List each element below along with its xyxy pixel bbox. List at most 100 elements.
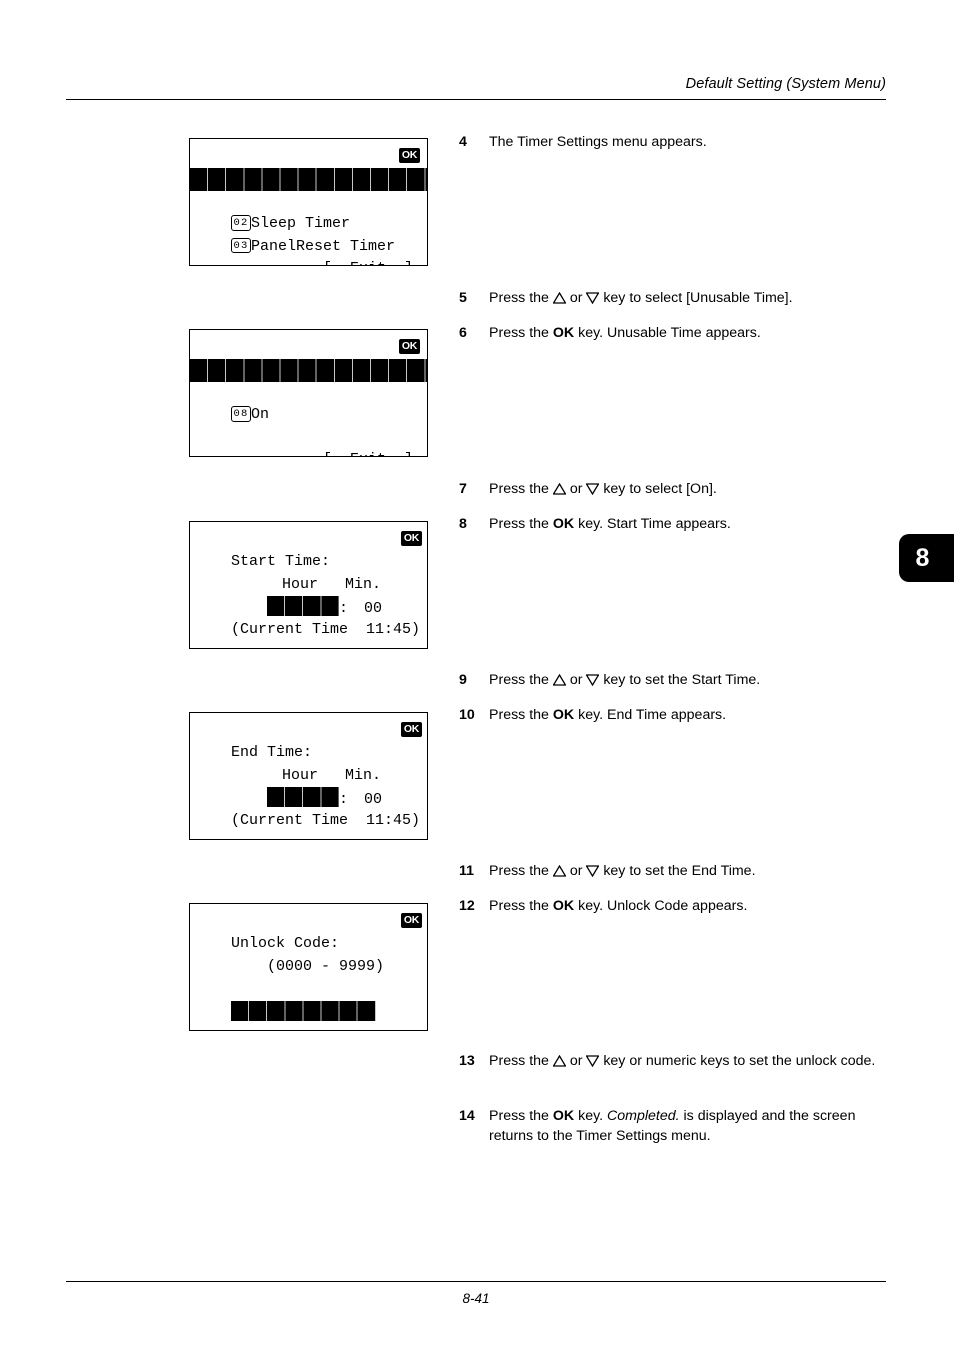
chapter-tab-number: 8 [915, 543, 930, 572]
step-5: 5 Press the or key to select [Unusable T… [459, 288, 793, 308]
step-text: Press the OK key. Completed. is displaye… [489, 1106, 889, 1146]
step-text-fragment: key. Start Time appears. [574, 516, 731, 532]
step-number: 4 [459, 134, 467, 150]
ok-icon: OK [400, 531, 422, 546]
step-text: Press the OK key. End Time appears. [489, 705, 726, 725]
step-text-fragment: or [565, 1053, 587, 1069]
header-divider [66, 99, 886, 100]
unlock-code-field[interactable]: 0000 [231, 1000, 376, 1021]
step-text-fragment: key or numeric keys to set the unlock co… [599, 1053, 876, 1069]
step-text: Press the OK key. Unusable Time appears. [489, 323, 761, 343]
step-text: Press the OK key. Unlock Code appears. [489, 896, 747, 916]
triangle-down-icon [586, 1055, 600, 1067]
page-number: 8-41 [462, 1291, 490, 1306]
step-11: 11 Press the or key to set the End Time. [459, 861, 756, 881]
step-text-fragment: key. Unlock Code appears. [574, 898, 748, 914]
step-text: Press the or key or numeric keys to set … [489, 1051, 875, 1071]
lcd-screen-timer-setting: Timer Setting: OK 01Err. Clear Timer 02S… [189, 138, 428, 266]
step-text-fragment: Press the [489, 1053, 553, 1069]
step-text-fragment: Press the [489, 672, 553, 688]
lcd-screen-unlock-code: Unlock Code: OK (0000 - 9999) 0000 [189, 903, 428, 1031]
triangle-up-icon [552, 292, 566, 304]
step-text-fragment: Press the [489, 1108, 553, 1124]
step-text: Press the OK key. Start Time appears. [489, 514, 731, 534]
step-14: 14 Press the OK key. Completed. is displ… [459, 1106, 889, 1146]
lcd-exit-label: [ Exit ] [323, 260, 413, 265]
lcd-screen-unusable-time: Unusable Time: OK 07*Off 08On [ Exit ] [189, 329, 428, 457]
lcd-title-row: Timer Setting: OK [190, 146, 427, 187]
step-text-fragment: Press the [489, 481, 553, 497]
lcd-row-highlighted[interactable]: 01Err. Clear Timer [190, 168, 427, 191]
step-number: 5 [459, 290, 467, 306]
step-7: 7 Press the or key to select [On]. [459, 479, 717, 499]
lcd-icon-cluster: OK [381, 531, 422, 546]
step-number: 13 [459, 1053, 475, 1069]
lcd-time-entry-row: 00 :00 [190, 574, 427, 617]
step-text-fragment: or [565, 481, 587, 497]
lcd-current-time-row: (Current Time 11:45) [190, 596, 427, 638]
step-9: 9 Press the or key to set the Start Time… [459, 670, 760, 690]
current-time-label: (Current Time 11:45) [231, 811, 421, 829]
step-number: 9 [459, 672, 467, 688]
lcd-time-entry-row: 00 :00 [190, 765, 427, 808]
lcd-column-headers: Hour Min. [190, 551, 427, 593]
step-text-fragment: OK [552, 1108, 575, 1124]
step-text-fragment: Press the [489, 707, 553, 723]
ok-icon: OK [398, 339, 420, 354]
page-footer: 8-41 [66, 1281, 886, 1306]
step-12: 12 Press the OK key. Unlock Code appears… [459, 896, 747, 916]
triangle-up-icon [552, 674, 566, 686]
triangle-down-icon [586, 865, 600, 877]
lcd-title-row: Unlock Code: OK [190, 911, 427, 952]
step-text: Press the or key to set the Start Time. [489, 670, 760, 690]
lcd-exit-label: [ Exit ] [323, 451, 413, 456]
chapter-tab: 8 [899, 534, 954, 582]
lcd-column-headers: Hour Min. [190, 742, 427, 784]
lcd-current-time-row: (Current Time 11:45) [190, 787, 427, 829]
step-number: 12 [459, 898, 475, 914]
lcd-row[interactable]: 03 PanelReset Timer [190, 213, 427, 255]
step-8: 8 Press the OK key. Start Time appears. [459, 514, 731, 534]
lcd-title-row: End Time: OK [190, 720, 427, 761]
triangle-up-icon [552, 1055, 566, 1067]
dpad-icon [381, 913, 396, 928]
step-text-fragment: Press the [489, 516, 553, 532]
footer-divider [66, 1281, 886, 1282]
step-6: 6 Press the OK key. Unusable Time appear… [459, 323, 761, 343]
current-time-label: (Current Time 11:45) [231, 620, 421, 638]
lcd-row-highlighted[interactable]: 07*Off [190, 359, 427, 382]
ok-icon: OK [400, 913, 422, 928]
step-text-fragment: key. End Time appears. [574, 707, 727, 723]
triangle-up-icon [552, 483, 566, 495]
dpad-icon [379, 148, 394, 163]
lcd-exit-button[interactable]: [ Exit ] [190, 427, 427, 456]
triangle-down-icon [586, 292, 600, 304]
triangle-down-icon [586, 483, 600, 495]
lcd-icon-cluster: OK [381, 722, 422, 737]
step-number: 7 [459, 481, 467, 497]
step-number: 14 [459, 1108, 475, 1124]
step-text-fragment: Completed. [607, 1108, 680, 1124]
lcd-icon-cluster: OK [379, 339, 420, 354]
lcd-title-row: Unusable Time: OK [190, 337, 427, 378]
lcd-row[interactable]: 02 Sleep Timer [190, 191, 427, 232]
lcd-icon-cluster: OK [381, 913, 422, 928]
step-text-fragment: key. Unusable Time appears. [574, 325, 761, 341]
lcd-exit-button[interactable]: [ Exit ] [190, 236, 427, 265]
lcd-range-row: (0000 - 9999) [190, 933, 427, 975]
step-text: Press the or key to set the End Time. [489, 861, 756, 881]
step-text-fragment: or [565, 290, 587, 306]
step-number: 10 [459, 707, 475, 723]
lcd-screen-start-time: Start Time: OK Hour Min. 00 :00 (Current… [189, 521, 428, 649]
step-text: Press the or key to select [Unusable Tim… [489, 288, 793, 308]
lcd-cell-grid [190, 168, 427, 191]
triangle-up-icon [552, 865, 566, 877]
lcd-row[interactable]: 08 On [190, 382, 427, 423]
page-title: Default Setting (System Menu) [685, 76, 886, 92]
step-text-fragment: The Timer Settings menu appears. [489, 134, 707, 150]
step-text-fragment: key. [574, 1108, 608, 1124]
step-text: Press the or key to select [On]. [489, 479, 717, 499]
step-text-fragment: OK [552, 707, 575, 723]
lcd-screen-end-time: End Time: OK Hour Min. 00 :00 (Current T… [189, 712, 428, 840]
dpad-icon [381, 722, 396, 737]
